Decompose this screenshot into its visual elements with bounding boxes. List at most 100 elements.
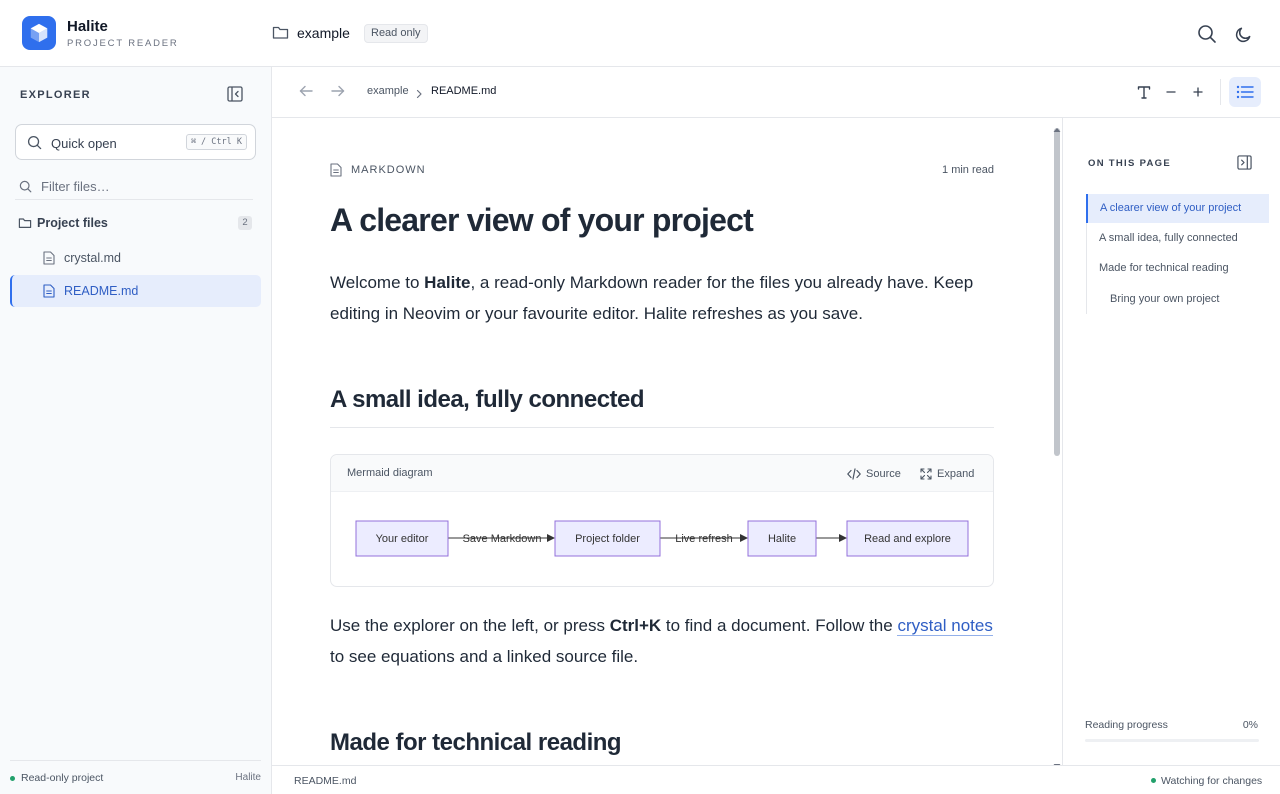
file-label: README.md	[64, 284, 139, 298]
section-heading-technical-reading: Made for technical reading	[330, 729, 622, 756]
toc-item-clearer-view[interactable]: A clearer view of your project	[1086, 194, 1269, 223]
document-type: MARKDOWN	[351, 164, 426, 176]
document-title: A clearer view of your project	[330, 202, 754, 238]
breadcrumb-project[interactable]: example	[367, 85, 409, 97]
sidebar-collapse-icon	[227, 86, 243, 102]
cube-icon	[30, 23, 48, 43]
app-subtitle: PROJECT READER	[67, 38, 179, 49]
file-label: crystal.md	[64, 251, 121, 265]
document-icon	[330, 163, 342, 182]
flow-node-your-editor: Your editor	[355, 520, 449, 557]
text-icon	[1137, 86, 1151, 99]
flow-node-project-folder: Project folder	[554, 520, 661, 557]
minus-icon	[1166, 91, 1176, 93]
project-files-group[interactable]: Project files 2	[15, 213, 256, 233]
explorer-title: EXPLORER	[20, 89, 91, 101]
filter-search-icon	[19, 180, 32, 198]
toc-item-technical-reading[interactable]: Made for technical reading	[1086, 254, 1269, 283]
plus-icon	[1193, 87, 1203, 97]
halite-logo[interactable]	[22, 16, 56, 50]
edge-label-save-markdown: Save Markdown	[463, 533, 542, 545]
document-toolbar: example README.md	[272, 67, 1280, 118]
list-icon	[1236, 85, 1254, 99]
view-source-button[interactable]: Source	[847, 466, 901, 482]
toc-item-bring-your-own[interactable]: Bring your own project	[1086, 285, 1269, 314]
scroll-up-icon[interactable]	[1053, 120, 1061, 138]
arrow-right-icon	[331, 85, 345, 97]
decrease-font-button[interactable]	[1162, 80, 1180, 104]
reading-progress-bar	[1085, 739, 1259, 742]
forward-button[interactable]	[330, 83, 350, 101]
section-divider	[330, 427, 994, 428]
theme-toggle-button[interactable]	[1232, 23, 1254, 45]
mermaid-title: Mermaid diagram	[347, 467, 433, 479]
quick-open-label: Quick open	[51, 136, 117, 151]
status-file-name: README.md	[294, 775, 357, 787]
search-icon	[27, 135, 42, 155]
section-heading-small-idea: A small idea, fully connected	[330, 386, 645, 413]
svg-text:Your editor: Your editor	[376, 533, 429, 545]
folder-icon	[18, 216, 32, 234]
svg-text:Project folder: Project folder	[575, 533, 640, 545]
reading-progress-value: 0%	[1242, 719, 1258, 731]
read-time: 1 min read	[942, 164, 994, 176]
toggle-toc-button[interactable]	[1229, 77, 1261, 107]
toc-panel: ON THIS PAGE A clearer view of your proj…	[1062, 118, 1280, 765]
collapse-sidebar-button[interactable]	[227, 86, 245, 104]
arrow-left-icon	[299, 85, 313, 97]
expand-icon	[920, 468, 932, 480]
app-header: Halite PROJECT READER example Read only	[0, 0, 1280, 67]
reading-progress-label: Reading progress	[1085, 719, 1168, 731]
file-item-readme[interactable]: README.md	[10, 275, 261, 307]
moon-icon	[1235, 27, 1250, 42]
explorer-sidebar: EXPLORER Quick open ⌘ / Ctrl K Project f…	[0, 67, 272, 794]
explorer-paragraph: Use the explorer on the left, or press C…	[330, 616, 993, 666]
read-only-badge: Read only	[364, 24, 428, 43]
search-button[interactable]	[1196, 23, 1218, 45]
app-title: Halite	[67, 18, 108, 35]
svg-text:Halite: Halite	[768, 533, 796, 545]
quick-open-button[interactable]: Quick open ⌘ / Ctrl K	[15, 124, 256, 160]
breadcrumb-file: README.md	[431, 85, 497, 97]
intro-paragraph: Welcome to Halite, a read-only Markdown …	[330, 273, 974, 323]
edge-label-live-refresh: Live refresh	[675, 533, 732, 545]
filter-files	[15, 174, 253, 200]
quick-open-shortcut: ⌘ / Ctrl K	[185, 134, 247, 150]
mermaid-flowchart: Save Markdown Live refresh Your editor P…	[355, 520, 969, 557]
toc-title: ON THIS PAGE	[1088, 158, 1171, 169]
watch-status-dot	[1151, 778, 1156, 783]
chevron-right-icon	[415, 86, 423, 104]
halite-bold: Halite	[424, 273, 471, 292]
svg-text:Read and explore: Read and explore	[864, 533, 951, 545]
crystal-notes-link[interactable]: crystal notes	[897, 616, 993, 636]
filter-files-input[interactable]	[41, 177, 241, 195]
mermaid-header: Mermaid diagram Source Expand	[331, 455, 993, 492]
file-item-crystal[interactable]: crystal.md	[10, 242, 261, 274]
sidebar-footer: Read-only project Halite	[10, 760, 261, 794]
read-only-status: Read-only project	[21, 772, 104, 784]
panel-collapse-icon	[1237, 155, 1252, 170]
flow-node-read-and-explore: Read and explore	[846, 520, 969, 557]
file-icon	[43, 251, 55, 270]
increase-font-button[interactable]	[1189, 80, 1207, 104]
document-view: MARKDOWN 1 min read A clearer view of yo…	[272, 118, 1060, 765]
expand-button[interactable]: Expand	[920, 466, 974, 482]
folder-icon	[272, 25, 289, 45]
search-icon	[1198, 25, 1216, 43]
font-settings-button[interactable]	[1134, 80, 1154, 104]
status-bar: README.md Watching for changes	[272, 765, 1280, 794]
code-icon	[847, 468, 861, 480]
project-name: example	[297, 25, 350, 41]
collapse-toc-button[interactable]	[1237, 155, 1253, 171]
shortcut-bold: Ctrl+K	[609, 616, 662, 635]
toc-item-small-idea[interactable]: A small idea, fully connected	[1086, 224, 1269, 253]
status-dot	[10, 776, 15, 781]
file-count-badge: 2	[238, 216, 252, 230]
scrollbar-thumb[interactable]	[1054, 128, 1060, 456]
project-files-label: Project files	[37, 216, 108, 230]
watch-status: Watching for changes	[1161, 775, 1263, 787]
back-button[interactable]	[298, 83, 318, 101]
mermaid-diagram: Mermaid diagram Source Expand Save Markd…	[330, 454, 994, 587]
footer-brand: Halite	[235, 772, 261, 783]
file-icon	[43, 284, 55, 303]
